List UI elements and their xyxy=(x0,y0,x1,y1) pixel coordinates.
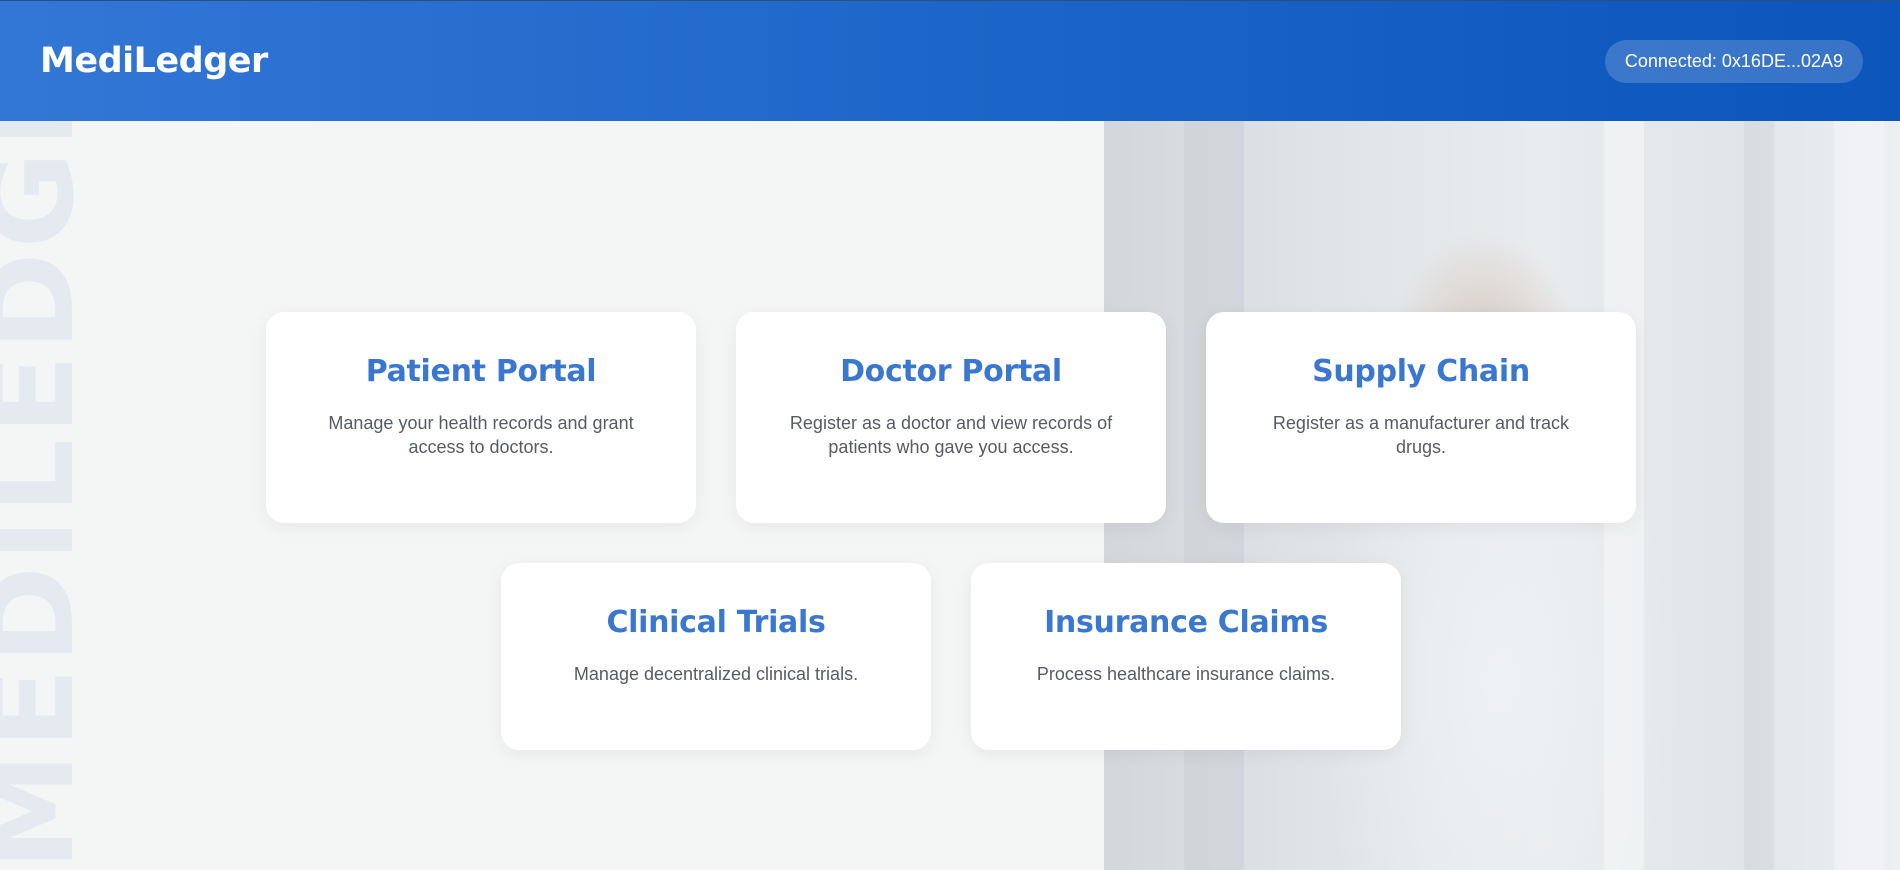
card-description: Process healthcare insurance claims. xyxy=(1036,664,1336,684)
card-description: Manage decentralized clinical trials. xyxy=(573,664,859,684)
patient-portal-card[interactable]: Patient Portal Manage your health record… xyxy=(266,312,696,523)
card-description: Register as a doctor and view records of… xyxy=(789,413,1113,457)
top-navbar: MediLedger Connected: 0x16DE...02A9 xyxy=(0,0,1900,121)
portal-selection-area: MEDILEDGER Patient Portal Manage your he… xyxy=(0,121,1900,870)
card-description: Manage your health records and grant acc… xyxy=(328,413,634,457)
insurance-claims-card[interactable]: Insurance Claims Process healthcare insu… xyxy=(971,563,1401,750)
wallet-connection-badge[interactable]: Connected: 0x16DE...02A9 xyxy=(1604,39,1863,83)
doctor-portal-card[interactable]: Doctor Portal Register as a doctor and v… xyxy=(736,312,1166,523)
card-title: Insurance Claims xyxy=(1044,605,1328,640)
card-title: Patient Portal xyxy=(365,354,597,389)
brand-watermark-text: MEDILEDGER xyxy=(0,121,100,870)
clinical-trials-card[interactable]: Clinical Trials Manage decentralized cli… xyxy=(501,563,931,750)
brand-watermark: MEDILEDGER xyxy=(0,121,122,870)
brand-logo[interactable]: MediLedger xyxy=(40,41,268,81)
card-description: Register as a manufacturer and track dru… xyxy=(1272,413,1570,457)
supply-chain-card[interactable]: Supply Chain Register as a manufacturer … xyxy=(1206,312,1636,523)
card-title: Supply Chain xyxy=(1312,354,1530,389)
card-title: Doctor Portal xyxy=(840,354,1062,389)
card-title: Clinical Trials xyxy=(606,605,826,640)
